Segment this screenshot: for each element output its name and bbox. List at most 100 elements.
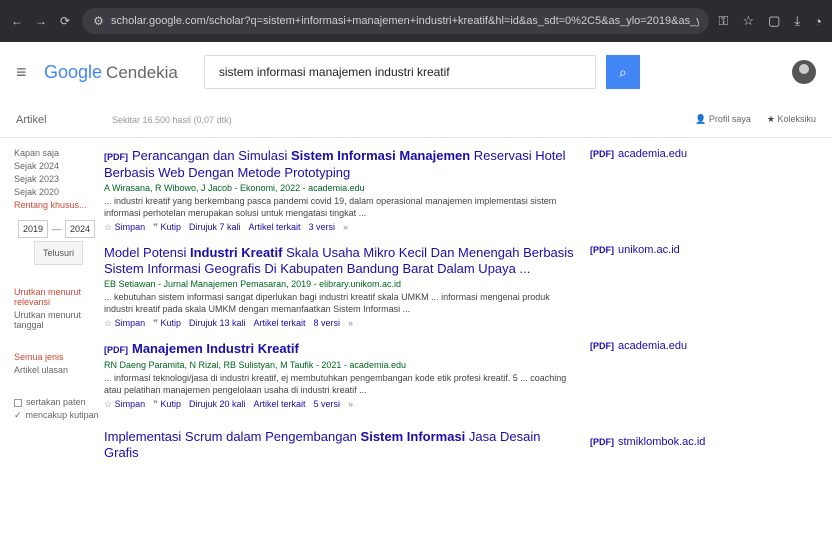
url-text: scholar.google.com/scholar?q=sistem+info… (111, 15, 699, 27)
action-label: Simpan (114, 222, 146, 232)
title-highlight: Manajemen Industri Kreatif (132, 341, 299, 356)
result-item: [PDF] Perancangan dan Simulasi Sistem Inf… (104, 148, 574, 233)
year-dash: — (52, 224, 62, 234)
action-1[interactable]: ❞ Kutip (153, 222, 181, 233)
result-item: [PDF] Manajemen Industri Kreatif RN Daeng … (104, 341, 574, 417)
source-domain: unikom.ac.id (618, 244, 680, 256)
forward-icon[interactable]: → (34, 14, 48, 28)
library-link[interactable]: ★ Koleksiku (767, 114, 816, 125)
result-title[interactable]: Model Potensi Industri Kreatif Skala Usa… (104, 245, 574, 277)
action-4[interactable]: 5 versi (314, 399, 341, 410)
pdf-source-link[interactable]: [PDF] stmiklombok.ac.id (590, 436, 705, 532)
menu-icon[interactable]: ≡ (16, 62, 34, 83)
result-title[interactable]: Implementasi Scrum dalam Pengembangan Si… (104, 429, 574, 461)
more-icon[interactable]: » (348, 399, 353, 410)
results-subbar: Artikel Sekitar 16.500 hasil (0,07 dtk) … (0, 102, 832, 138)
time-custom[interactable]: Rentang khusus... (14, 200, 104, 210)
title-part: Implementasi Scrum dalam Pengembangan (104, 429, 361, 444)
time-2023[interactable]: Sejak 2023 (14, 174, 104, 184)
action-label: Dirujuk 7 kali (188, 222, 241, 232)
pdf-source-link[interactable]: [PDF] academia.edu (590, 148, 705, 244)
filter-review[interactable]: Artikel ulasan (14, 365, 104, 375)
result-actions: ☆ Simpan ❞ Kutip Dirujuk 20 kali Artikel te… (104, 399, 574, 410)
logo[interactable]: Google Cendekia (44, 62, 178, 83)
result-title[interactable]: [PDF] Manajemen Industri Kreatif (104, 341, 574, 358)
source-domain: stmiklombok.ac.id (618, 436, 706, 448)
person-icon: 👤 (695, 114, 709, 124)
save-star-icon: ☆ (104, 318, 115, 328)
action-label: Artikel terkait (253, 318, 306, 328)
profile-label: Profil saya (708, 114, 751, 124)
profile-link[interactable]: 👤 Profil saya (695, 114, 751, 125)
logo-cendekia: Cendekia (106, 62, 178, 82)
action-label: Simpan (114, 318, 146, 328)
sort-date[interactable]: Urutkan menurut tanggal (14, 310, 104, 330)
sort-relevance[interactable]: Urutkan menurut relevansi (14, 287, 104, 307)
action-3[interactable]: Artikel terkait (253, 399, 305, 410)
action-3[interactable]: Artikel terkait (248, 222, 300, 233)
site-info-icon[interactable]: ⚙ (92, 14, 105, 28)
result-title[interactable]: [PDF] Perancangan dan Simulasi Sistem Inf… (104, 148, 574, 181)
result-actions: ☆ Simpan ❞ Kutip Dirujuk 13 kali Artikel te… (104, 318, 574, 329)
source-domain: academia.edu (618, 148, 688, 160)
pdf-tag: [PDF] (590, 341, 614, 351)
articles-label: Artikel (16, 113, 47, 126)
address-bar[interactable]: ⚙ scholar.google.com/scholar?q=sistem+in… (82, 8, 709, 34)
action-4[interactable]: 3 versi (309, 222, 336, 233)
include-citations[interactable]: ✓ mencakup kutipan (14, 410, 104, 421)
pdf-links: [PDF] academia.edu [PDF] unikom.ac.id [PDF] a… (590, 138, 705, 532)
logo-google: Google (44, 61, 103, 82)
extension-icon[interactable]: ▢ (768, 13, 780, 29)
action-label: Artikel terkait (248, 222, 301, 232)
bookmark-star-icon[interactable]: ☆ (742, 13, 754, 29)
action-2[interactable]: Dirujuk 20 kali (189, 399, 246, 410)
search-box (203, 55, 596, 89)
action-label: Dirujuk 20 kali (188, 399, 246, 409)
action-0[interactable]: ☆ Simpan (104, 222, 145, 233)
search-button[interactable]: ⌕ (605, 55, 640, 89)
result-authors: A Wirasana, R Wibowo, J Jacob - Ekonomi,… (104, 183, 365, 193)
time-any[interactable]: Kapan saja (14, 148, 104, 158)
year-from-input[interactable]: 2019 (18, 220, 49, 238)
library-label: Koleksiku (777, 114, 816, 124)
results-list: [PDF] Perancangan dan Simulasi Sistem Inf… (104, 138, 574, 532)
action-1[interactable]: ❞ Kutip (153, 318, 181, 329)
pdf-tag: [PDF] (590, 149, 614, 159)
apply-years-button[interactable]: Telusuri (34, 241, 84, 265)
back-icon[interactable]: ← (10, 14, 24, 28)
action-label: 8 versi (313, 318, 341, 328)
pdf-source-link[interactable]: [PDF] academia.edu (590, 340, 705, 436)
time-2020[interactable]: Sejak 2020 (14, 187, 104, 197)
action-4[interactable]: 8 versi (314, 318, 341, 329)
key-icon[interactable]: ⚿ (719, 13, 729, 29)
year-to-input[interactable]: 2024 (65, 220, 96, 238)
pdf-source-link[interactable]: [PDF] unikom.ac.id (590, 244, 705, 340)
title-part: Perancangan dan Simulasi (132, 148, 291, 163)
time-2024[interactable]: Sejak 2024 (14, 161, 104, 171)
action-0[interactable]: ☆ Simpan (104, 399, 145, 410)
avatar[interactable] (792, 60, 816, 84)
reload-icon[interactable]: ⟳ (58, 14, 72, 28)
title-highlight: Sistem Informasi (360, 429, 466, 444)
title-highlight: Industri Kreatif (190, 245, 283, 260)
search-input[interactable] (218, 65, 595, 79)
action-label: Kutip (160, 318, 181, 328)
action-1[interactable]: ❞ Kutip (153, 399, 181, 410)
action-0[interactable]: ☆ Simpan (104, 318, 145, 329)
more-icon[interactable]: » (343, 222, 348, 233)
profile-icon[interactable]: ◔ (814, 14, 822, 29)
more-icon[interactable]: » (348, 318, 353, 329)
result-snippet: ... kebutuhan sistem informasi sangat di… (104, 292, 550, 314)
action-3[interactable]: Artikel terkait (253, 318, 305, 329)
result-snippet: ... informasi teknologi/jasa di industri… (104, 373, 567, 395)
include-patents[interactable]: sertakan paten (14, 397, 104, 407)
action-label: Dirujuk 13 kali (188, 318, 246, 328)
action-label: Simpan (114, 399, 146, 409)
filter-all-types[interactable]: Semua jenis (14, 352, 104, 362)
action-2[interactable]: Dirujuk 13 kali (189, 318, 246, 329)
action-2[interactable]: Dirujuk 7 kali (189, 222, 241, 233)
action-label: 5 versi (313, 399, 341, 409)
result-authors: RN Daeng Paramita, N Rizal, RB Sulistyan… (104, 360, 406, 370)
star-icon: ★ (766, 114, 778, 124)
download-icon[interactable]: ⤓ (794, 13, 800, 29)
